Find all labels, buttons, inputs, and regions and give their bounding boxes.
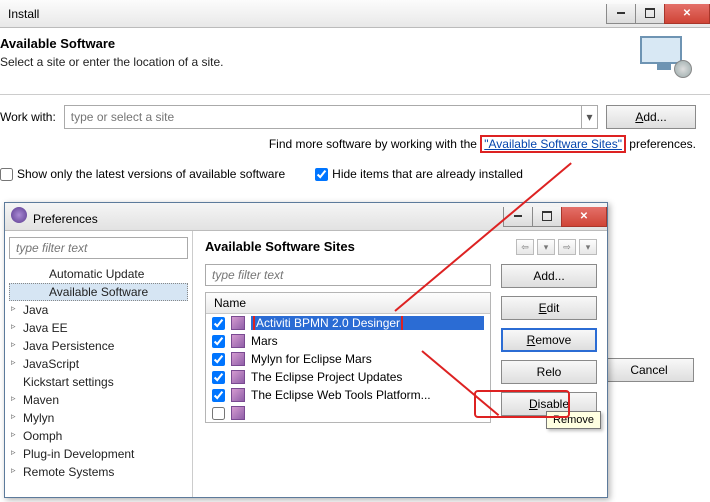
site-checkbox[interactable] [212, 371, 225, 384]
work-with-row: Work with: ▾ AAdd...dd... [0, 95, 710, 135]
sites-reload-button[interactable]: Relo [501, 360, 597, 384]
tree-item-java-ee[interactable]: Java EE [9, 319, 188, 337]
nav-back-menu-icon[interactable]: ▾ [537, 239, 555, 255]
chevron-down-icon[interactable]: ▾ [582, 105, 598, 129]
site-icon [231, 352, 245, 366]
pref-maximize-button[interactable] [532, 207, 562, 227]
site-checkbox[interactable] [212, 317, 225, 330]
site-icon [231, 316, 245, 330]
site-checkbox[interactable] [212, 407, 225, 420]
computer-icon [640, 36, 688, 76]
tree-item-javascript[interactable]: JavaScript [9, 355, 188, 373]
preferences-right-pane: Available Software Sites ⇦ ▾ ⇨ ▾ Name Ac… [193, 231, 607, 497]
tree-item-maven[interactable]: Maven [9, 391, 188, 409]
site-checkbox[interactable] [212, 353, 225, 366]
tree-filter-input[interactable] [9, 237, 188, 259]
tree-item-java-persistence[interactable]: Java Persistence [9, 337, 188, 355]
tree-item-mylyn[interactable]: Mylyn [9, 409, 188, 427]
annotation-box-remove [474, 390, 570, 418]
table-row[interactable] [206, 404, 490, 422]
nav-fwd-menu-icon[interactable]: ▾ [579, 239, 597, 255]
available-software-sites-link[interactable]: "Available Software Sites" [484, 137, 622, 151]
site-checkbox[interactable] [212, 389, 225, 402]
show-latest-checkbox[interactable]: Show only the latest versions of availab… [0, 167, 285, 181]
sites-add-button[interactable]: Add... [501, 264, 597, 288]
sites-table[interactable]: Name Activiti BPMN 2.0 Desinger Mars [205, 292, 491, 423]
tree-item-available-software[interactable]: Available Software [9, 283, 188, 301]
cancel-button[interactable]: Cancel [604, 358, 694, 382]
table-row[interactable]: The Eclipse Web Tools Platform... [206, 386, 490, 404]
site-icon [231, 370, 245, 384]
helper-prefix: Find more software by working with the [269, 137, 480, 151]
site-icon [231, 334, 245, 348]
site-checkbox[interactable] [212, 335, 225, 348]
install-header-subtitle: Select a site or enter the location of a… [0, 55, 223, 69]
maximize-button[interactable] [635, 4, 665, 24]
add-site-button[interactable]: AAdd...dd... [606, 105, 696, 129]
install-header-title: Available Software [0, 36, 223, 51]
close-button[interactable] [664, 4, 710, 24]
install-header: Available Software Select a site or ente… [0, 28, 710, 95]
site-icon [231, 406, 245, 420]
helper-line: Find more software by working with the "… [0, 135, 710, 161]
site-icon [231, 388, 245, 402]
sites-edit-button[interactable]: Edit [501, 296, 597, 320]
col-name-header[interactable]: Name [206, 293, 490, 314]
minimize-button[interactable] [606, 4, 636, 24]
nav-back-icon[interactable]: ⇦ [516, 239, 534, 255]
tree-item-remote-systems[interactable]: Remote Systems [9, 463, 188, 481]
nav-fwd-icon[interactable]: ⇨ [558, 239, 576, 255]
helper-suffix: preferences. [626, 137, 696, 151]
tree-item-plugin-dev[interactable]: Plug-in Development [9, 445, 188, 463]
hide-installed-checkbox[interactable]: Hide items that are already installed [315, 167, 523, 181]
work-with-label: Work with: [0, 110, 56, 124]
eclipse-icon [11, 207, 27, 223]
options-row: Show only the latest versions of availab… [0, 161, 710, 181]
table-row[interactable]: Mars [206, 332, 490, 350]
preferences-window: Preferences Automatic Update Available S… [4, 202, 608, 498]
install-window-controls [607, 4, 710, 24]
preferences-title: Preferences [33, 212, 98, 226]
install-titlebar: Install [0, 0, 710, 28]
nav-arrows: ⇦ ▾ ⇨ ▾ [516, 239, 597, 255]
tree-item-kickstart[interactable]: Kickstart settings [9, 373, 188, 391]
tree-item-oomph[interactable]: Oomph [9, 427, 188, 445]
install-title: Install [8, 7, 39, 21]
tree-item-java[interactable]: Java [9, 301, 188, 319]
tree-item-automatic-update[interactable]: Automatic Update [9, 265, 188, 283]
table-row[interactable]: Activiti BPMN 2.0 Desinger [206, 314, 490, 332]
work-with-combo[interactable] [64, 105, 582, 129]
preferences-tree[interactable]: Automatic Update Available Software Java… [5, 231, 193, 497]
sites-remove-button[interactable]: Remove [501, 328, 597, 352]
table-row[interactable]: Mylyn for Eclipse Mars [206, 350, 490, 368]
pref-close-button[interactable] [561, 207, 607, 227]
